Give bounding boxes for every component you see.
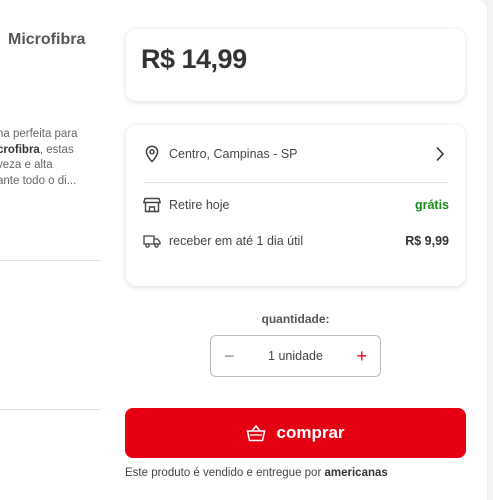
location-pin-icon bbox=[143, 145, 161, 163]
seller-prefix: Este produto é vendido e entregue por bbox=[125, 467, 325, 479]
shipping-divider bbox=[143, 182, 449, 183]
description-line: veza e alta bbox=[0, 159, 53, 171]
increase-quantity-button[interactable]: + bbox=[356, 347, 367, 365]
basket-icon bbox=[246, 424, 266, 442]
pickup-label: Retire hoje bbox=[169, 198, 230, 212]
quantity-label: quantidade: bbox=[261, 312, 330, 326]
section-divider bbox=[0, 409, 101, 410]
quantity-stepper[interactable]: − 1 unidade + bbox=[210, 335, 381, 377]
product-description: na perfeita para crofibra, estas veza e … bbox=[0, 127, 100, 189]
quantity-value: 1 unidade bbox=[268, 349, 323, 363]
seller-info: Este produto é vendido e entregue por am… bbox=[125, 467, 388, 479]
store-icon bbox=[143, 196, 161, 214]
section-divider bbox=[0, 260, 101, 261]
delivery-label: receber em até 1 dia útil bbox=[169, 234, 304, 248]
shipping-card: Centro, Campinas - SP Retire hoje grátis… bbox=[126, 125, 465, 286]
seller-name[interactable]: americanas bbox=[324, 467, 387, 479]
description-line: crofibra, estas bbox=[0, 143, 74, 156]
description-line: na perfeita para bbox=[0, 128, 78, 140]
chevron-right-icon[interactable] bbox=[431, 145, 449, 163]
truck-icon bbox=[143, 232, 161, 250]
buy-button[interactable]: comprar bbox=[125, 408, 466, 458]
delivery-price: R$ 9,99 bbox=[405, 234, 449, 248]
location-text: Centro, Campinas - SP bbox=[169, 147, 298, 161]
product-panel: Microfibra na perfeita para crofibra, es… bbox=[0, 0, 487, 500]
buy-button-label: comprar bbox=[276, 423, 345, 442]
delivery-option: receber em até 1 dia útil R$ 9,99 bbox=[143, 232, 449, 250]
location-selector[interactable]: Centro, Campinas - SP bbox=[143, 145, 449, 163]
pickup-price: grátis bbox=[414, 198, 449, 212]
price-card: R$ 14,99 bbox=[126, 29, 465, 101]
price: R$ 14,99 bbox=[141, 44, 247, 74]
product-title: Microfibra bbox=[8, 31, 86, 48]
decrease-quantity-button[interactable]: − bbox=[224, 347, 235, 365]
description-line: ante todo o di... bbox=[0, 174, 77, 187]
pickup-option: Retire hoje grátis bbox=[143, 196, 449, 214]
